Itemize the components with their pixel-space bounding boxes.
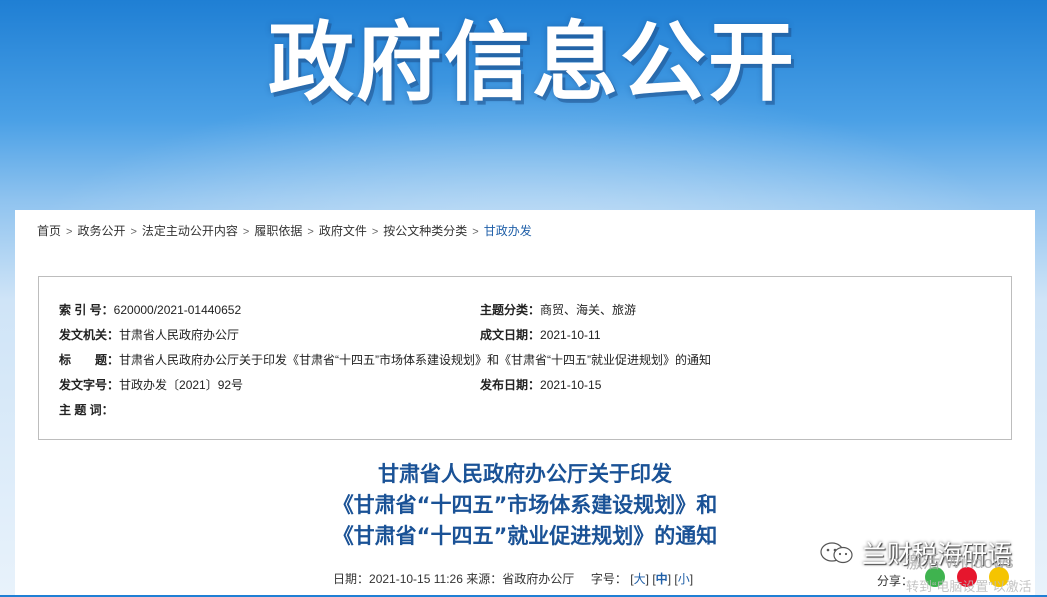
document-metadata-box: 索 引 号：620000/2021-01440652 主题分类：商贸、海关、旅游… bbox=[38, 276, 1012, 440]
header-banner: 政府信息公开 bbox=[0, 0, 1047, 210]
meta-created: 成文日期：2021-10-11 bbox=[480, 326, 601, 343]
meta-docno: 发文字号：甘政办发〔2021〕92号 bbox=[59, 376, 243, 393]
breadcrumb-sep: > bbox=[66, 226, 73, 238]
meta-title-value: 甘肃省人民政府办公厅关于印发《甘肃省“十四五”市场体系建设规划》和《甘肃省“十四… bbox=[119, 353, 712, 367]
font-size-bracket: ] bbox=[645, 572, 649, 586]
meta-keywords: 主 题 词： bbox=[59, 401, 114, 418]
breadcrumb: 首页 > 政务公开 > 法定主动公开内容 > 履职依据 > 政府文件 > 按公文种类分类 > 甘政办发 bbox=[37, 222, 532, 239]
date-value: 2021-10-15 11:26 bbox=[369, 572, 463, 586]
breadcrumb-sep: > bbox=[307, 226, 314, 238]
breadcrumb-sep: > bbox=[472, 226, 479, 238]
meta-published-value: 2021-10-15 bbox=[540, 378, 602, 392]
meta-issuer-value: 甘肃省人民政府办公厅 bbox=[119, 328, 240, 342]
banner-title: 政府信息公开 bbox=[268, 13, 796, 113]
breadcrumb-duty-basis[interactable]: 履职依据 bbox=[254, 224, 302, 238]
windows-activation-notice: 激活 Windows 转到“电脑设置”以激活 bbox=[906, 553, 1032, 597]
source-label: 来源： bbox=[466, 572, 503, 586]
meta-issuer: 发文机关：甘肃省人民政府办公厅 bbox=[59, 326, 239, 343]
wechat-icon bbox=[820, 542, 853, 564]
meta-index-label: 索 引 号： bbox=[59, 303, 114, 317]
font-size-bracket: ] bbox=[667, 572, 672, 586]
meta-index: 索 引 号：620000/2021-01440652 bbox=[59, 301, 241, 318]
font-size-medium-button[interactable]: 中 bbox=[656, 572, 668, 586]
meta-docno-label: 发文字号： bbox=[59, 378, 120, 392]
meta-title: 标 题：甘肃省人民政府办公厅关于印发《甘肃省“十四五”市场体系建设规划》和《甘肃… bbox=[59, 351, 711, 368]
document-title-line-2: 《甘肃省“十四五”市场体系建设规划》和 bbox=[332, 493, 718, 517]
breadcrumb-sep: > bbox=[242, 226, 250, 238]
meta-published: 发布日期：2021-10-15 bbox=[480, 376, 601, 393]
meta-created-label: 成文日期： bbox=[480, 328, 541, 342]
meta-created-value: 2021-10-11 bbox=[540, 328, 601, 342]
font-size-large-button[interactable]: 大 bbox=[634, 572, 646, 586]
activation-line-2: 转到“电脑设置”以激活 bbox=[906, 579, 1032, 594]
document-info-bar: 日期：2021-10-15 11:26 来源：省政府办公厅 字号： [大] [中… bbox=[333, 570, 693, 587]
meta-title-label: 标 题： bbox=[59, 353, 120, 367]
font-size-small-button[interactable]: 小 bbox=[678, 572, 690, 586]
breadcrumb-gov-docs[interactable]: 政府文件 bbox=[319, 224, 367, 238]
meta-issuer-label: 发文机关： bbox=[59, 328, 120, 342]
meta-index-value: 620000/2021-01440652 bbox=[113, 303, 242, 317]
breadcrumb-public-affairs[interactable]: 政务公开 bbox=[77, 224, 125, 238]
activation-line-1: 激活 Windows bbox=[906, 553, 1014, 572]
breadcrumb-current[interactable]: 甘政办发 bbox=[484, 224, 532, 238]
source-value: 省政府办公厅 bbox=[502, 572, 575, 586]
meta-category-value: 商贸、海关、旅游 bbox=[540, 303, 637, 317]
meta-published-label: 发布日期： bbox=[480, 378, 541, 392]
meta-category: 主题分类：商贸、海关、旅游 bbox=[480, 301, 636, 318]
font-size-bracket: ] bbox=[689, 572, 694, 586]
meta-category-label: 主题分类： bbox=[480, 303, 541, 317]
breadcrumb-home[interactable]: 首页 bbox=[37, 224, 61, 238]
breadcrumb-doc-types[interactable]: 按公文种类分类 bbox=[383, 224, 467, 238]
breadcrumb-statutory[interactable]: 法定主动公开内容 bbox=[142, 224, 238, 238]
date-label: 日期： bbox=[333, 572, 370, 586]
font-size-label: 字号： bbox=[590, 572, 627, 586]
breadcrumb-sep: > bbox=[371, 226, 379, 238]
meta-keywords-label: 主 题 词： bbox=[59, 403, 114, 417]
meta-docno-value: 甘政办发〔2021〕92号 bbox=[119, 378, 244, 392]
document-title-line-1: 甘肃省人民政府办公厅关于印发 bbox=[378, 462, 672, 486]
breadcrumb-sep: > bbox=[130, 226, 137, 238]
